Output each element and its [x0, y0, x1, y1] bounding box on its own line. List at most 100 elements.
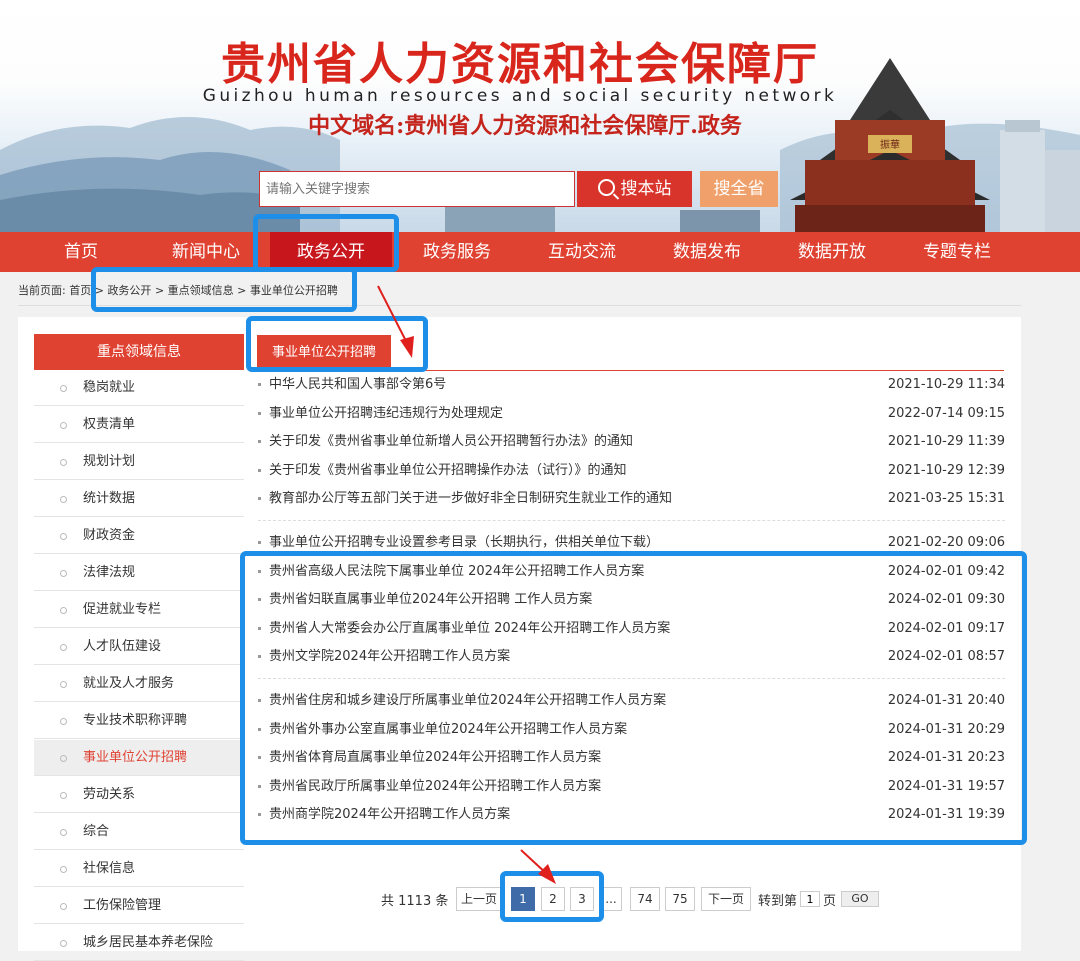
bullet-circle-icon: [60, 792, 67, 799]
sidebar-item[interactable]: 综合: [34, 814, 244, 850]
list-item-title[interactable]: 事业单位公开招聘违纪违规行为处理规定: [269, 403, 503, 425]
sidebar-item[interactable]: 规划计划: [34, 444, 244, 480]
site-subtitle: Guizhou human resources and social secur…: [202, 86, 838, 106]
list-item-title[interactable]: 中华人民共和国人事部令第6号: [269, 374, 446, 396]
sidebar-item-label: 专业技术职称评聘: [83, 713, 188, 728]
bullet-circle-icon: [60, 940, 67, 947]
bullet-circle-icon: [60, 718, 67, 725]
sidebar-item-label: 城乡居民基本养老保险: [83, 935, 214, 950]
highlight-nav-gov-affairs: [253, 214, 399, 272]
pagination-page-74[interactable]: 74: [630, 887, 660, 911]
sidebar-item-label: 劳动关系: [83, 787, 136, 802]
pagination-jump-suffix: 页: [823, 894, 837, 909]
bullet-icon: [258, 411, 261, 415]
bullet-icon: [258, 541, 261, 544]
sidebar-item[interactable]: 事业单位公开招聘: [34, 740, 244, 776]
pagination-page-75[interactable]: 75: [665, 887, 695, 911]
bullet-circle-icon: [60, 755, 67, 762]
search-site-button[interactable]: 搜本站: [577, 171, 692, 207]
bullet-circle-icon: [60, 496, 67, 503]
sidebar-item[interactable]: 城乡居民基本养老保险: [34, 925, 244, 961]
list-divider: [258, 519, 1005, 522]
bullet-circle-icon: [60, 829, 67, 836]
sidebar-item-label: 法律法规: [83, 565, 136, 580]
nav-item-home[interactable]: 首页: [20, 232, 142, 272]
breadcrumb-home[interactable]: 首页: [69, 284, 91, 297]
nav-item-special[interactable]: 专题专栏: [896, 232, 1018, 272]
list-item-date: 2021-10-29 12:39: [887, 462, 1005, 478]
list-item-date: 2021-03-25 15:31: [887, 491, 1005, 506]
site-header: 振華 贵州省人力资源和社会保障厅 Guizhou human resources…: [0, 0, 1080, 232]
sidebar-item[interactable]: 专业技术职称评聘: [34, 703, 244, 739]
site-title: 贵州省人力资源和社会保障厅: [221, 39, 819, 90]
sidebar-item[interactable]: 财政资金: [34, 518, 244, 554]
sidebar-item-label: 人才队伍建设: [83, 639, 162, 654]
bullet-circle-icon: [60, 681, 67, 688]
bullet-icon: [258, 440, 261, 443]
pagination-next-button[interactable]: 下一页: [701, 887, 751, 911]
highlight-2024-list: [240, 551, 1027, 845]
bullet-icon: [258, 497, 261, 500]
highlight-breadcrumb: [91, 267, 357, 312]
sidebar-item[interactable]: 促进就业专栏: [34, 592, 244, 628]
bullet-circle-icon: [60, 422, 67, 429]
sidebar-item-label: 财政资金: [83, 528, 136, 543]
list-item-title[interactable]: 教育部办公厅等五部门关于进一步做好非全日制研究生就业工作的通知: [269, 488, 672, 510]
list-item-title[interactable]: 关于印发《贵州省事业单位公开招聘操作办法（试行）》的通知: [269, 460, 627, 482]
nav-item-interaction[interactable]: 互动交流: [521, 232, 643, 272]
bullet-circle-icon: [60, 385, 67, 392]
pagination-jump-label: 转到第: [758, 894, 798, 909]
search-input[interactable]: [259, 171, 575, 207]
pagination-total: 共 1113 条: [381, 894, 449, 909]
site-domain-name: 中文域名:贵州省人力资源和社会保障厅.政务: [308, 113, 742, 139]
bullet-icon: [258, 383, 261, 386]
sidebar-item[interactable]: 稳岗就业: [34, 370, 244, 406]
search-icon: [597, 179, 615, 196]
highlight-tab: [246, 316, 428, 372]
nav-item-news[interactable]: 新闻中心: [145, 232, 267, 272]
bullet-icon: [258, 468, 261, 472]
search-province-button[interactable]: 搜全省: [700, 171, 778, 207]
nav-item-open-data[interactable]: 数据开放: [771, 232, 893, 272]
search-site-label: 搜本站: [620, 179, 672, 199]
sidebar-item-label: 综合: [83, 824, 110, 839]
sidebar-item-label: 就业及人才服务: [83, 676, 175, 691]
list-item[interactable]: 关于印发《贵州省事业单位新增人员公开招聘暂行办法》的通知 2021-10-29 1…: [258, 431, 1005, 453]
sidebar-item-label: 统计数据: [83, 491, 136, 506]
list-item[interactable]: 事业单位公开招聘违纪违规行为处理规定 2022-07-14 09:15: [258, 403, 1005, 425]
sidebar-item[interactable]: 劳动关系: [34, 777, 244, 813]
sidebar-item-label: 促进就业专栏: [83, 602, 162, 617]
highlight-pagination: [500, 871, 604, 922]
pagination-jump-input[interactable]: [800, 891, 820, 907]
bullet-circle-icon: [60, 570, 67, 577]
pagination-prev-button[interactable]: 上一页: [456, 887, 502, 911]
bullet-circle-icon: [60, 607, 67, 614]
sidebar-item[interactable]: 人才队伍建设: [34, 629, 244, 665]
list-item[interactable]: 关于印发《贵州省事业单位公开招聘操作办法（试行）》的通知 2021-10-29 1…: [258, 460, 1005, 482]
sidebar-heading: 重点领域信息: [34, 334, 244, 370]
list-item-date: 2021-10-29 11:39: [887, 434, 1005, 449]
list-item-title[interactable]: 关于印发《贵州省事业单位新增人员公开招聘暂行办法》的通知: [269, 431, 633, 453]
bullet-circle-icon: [60, 533, 67, 540]
main-nav: 首页 新闻中心 政务公开 政务服务 互动交流 数据发布 数据开放 专题专栏: [0, 232, 1080, 272]
sidebar-item-label: 权责清单: [83, 417, 136, 432]
sidebar-item[interactable]: 就业及人才服务: [34, 666, 244, 702]
sidebar-item[interactable]: 法律法规: [34, 555, 244, 591]
sidebar-item-label: 社保信息: [83, 861, 136, 876]
sidebar-item[interactable]: 工伤保险管理: [34, 888, 244, 924]
sidebar-item[interactable]: 社保信息: [34, 851, 244, 887]
bullet-circle-icon: [60, 644, 67, 651]
nav-item-gov-services[interactable]: 政务服务: [396, 232, 518, 272]
sidebar-item[interactable]: 统计数据: [34, 481, 244, 517]
nav-item-data-release[interactable]: 数据发布: [646, 232, 768, 272]
bullet-circle-icon: [60, 903, 67, 910]
sidebar-item-label: 稳岗就业: [83, 380, 136, 395]
list-item[interactable]: 教育部办公厅等五部门关于进一步做好非全日制研究生就业工作的通知 2021-03-2…: [258, 488, 1005, 510]
sidebar-item-label: 工伤保险管理: [83, 898, 162, 913]
pagination-go-button[interactable]: GO: [841, 891, 879, 907]
list-item[interactable]: 中华人民共和国人事部令第6号 2021-10-29 11:34: [258, 374, 1005, 396]
sidebar-item-label: 规划计划: [83, 454, 136, 469]
list-item-date: 2022-07-14 09:15: [887, 405, 1005, 421]
sidebar-item[interactable]: 权责清单: [34, 407, 244, 443]
bullet-circle-icon: [60, 459, 67, 466]
